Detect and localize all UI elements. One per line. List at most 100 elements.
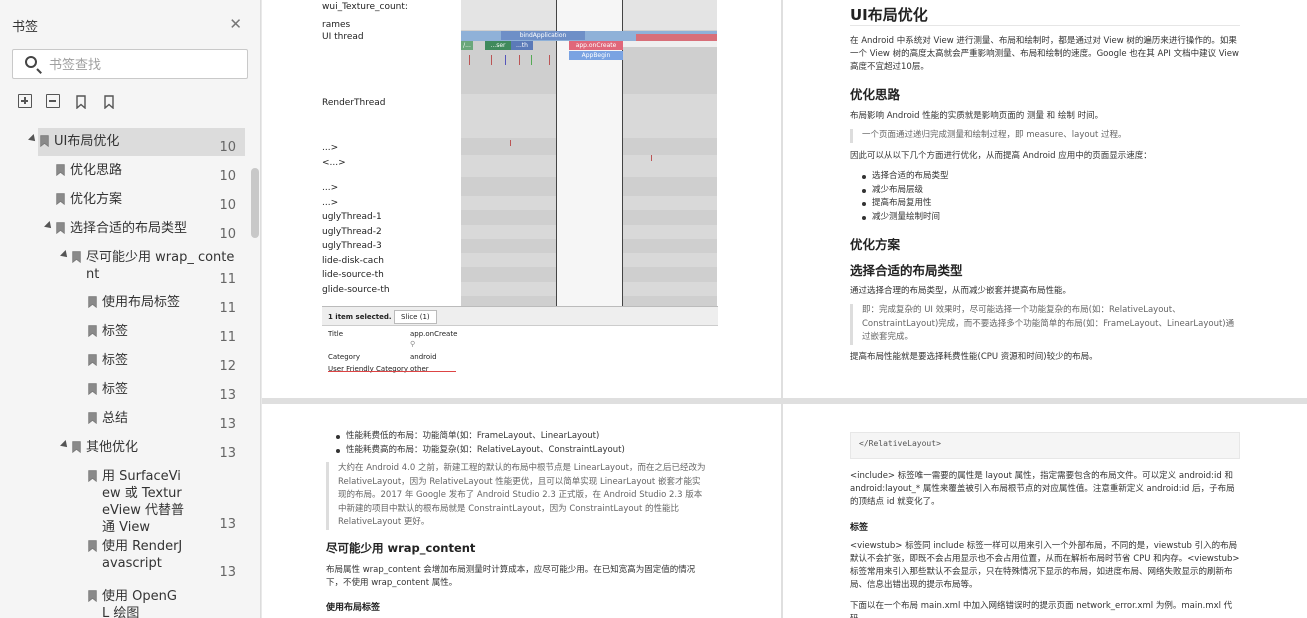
- trace-track-label[interactable]: UI thread: [322, 32, 364, 42]
- bookmark-page-number: 13: [219, 565, 236, 580]
- choose-paragraph: 通过选择合理的布局类型，从而减少嵌套并提高布局性能。: [850, 286, 1072, 296]
- bookmark-item[interactable]: 优化方案 10: [0, 186, 248, 214]
- bookmark-page-number: 11: [219, 330, 236, 345]
- detail-value: app.onCreate: [410, 330, 458, 338]
- bookmark-icon: [72, 251, 81, 264]
- trace-track-label[interactable]: ...>: [322, 198, 338, 208]
- trace-track-label[interactable]: <...>: [322, 158, 346, 168]
- add-bookmark-icon[interactable]: [18, 94, 32, 108]
- bookmark-label: 其他优化: [86, 440, 139, 455]
- bookmark-page-number: 13: [219, 417, 236, 432]
- bookmark-label: 标签: [102, 353, 129, 368]
- trace-track-names: wui_Texture_count:rames UI thread RenderTh…: [322, 0, 460, 306]
- bookmark-page-number: 11: [219, 272, 236, 287]
- bookmark-icon: [88, 470, 97, 483]
- trace-detail-panel: 1 item selected. Slice (1) Title app.onC…: [322, 306, 718, 378]
- bookmark-label: 尽可能少用 wrap_ content: [86, 250, 235, 282]
- trace-track-label[interactable]: uglyThread-2: [322, 227, 382, 237]
- bookmark-item[interactable]: 使用布局标签 11: [0, 289, 248, 317]
- bookmark-icon: [88, 354, 97, 367]
- trace-slice[interactable]: ...ser: [485, 41, 511, 50]
- trace-track-label[interactable]: uglyThread-3: [322, 241, 382, 251]
- heading-layout-tags: 使用布局标签: [326, 603, 381, 613]
- expand-arrow-icon[interactable]: [44, 221, 54, 231]
- expand-arrow-icon[interactable]: [60, 440, 70, 450]
- trace-track-label[interactable]: ...>: [322, 143, 338, 153]
- trace-track-label[interactable]: glide-source-th: [322, 285, 390, 295]
- tab-slice[interactable]: Slice (1): [394, 310, 437, 324]
- bookmark-item[interactable]: 标签 12: [0, 347, 248, 375]
- magnifier-icon[interactable]: ⚲: [410, 340, 415, 348]
- bookmark-page-number: 11: [219, 301, 236, 316]
- bookmark-item[interactable]: 其他优化 13: [0, 434, 248, 462]
- list-item: 性能耗费低的布局：功能简单(如：FrameLayout、LinearLayout…: [336, 430, 716, 444]
- list-item: 减少测量绘制时间: [862, 211, 1232, 225]
- bookmark-icon: [88, 540, 97, 553]
- trace-slice[interactable]: ...th: [511, 41, 533, 50]
- page-trace-screenshot: wui_Texture_count:rames UI thread RenderTh…: [262, 0, 781, 398]
- trace-slice-bind[interactable]: bindApplication: [501, 31, 585, 40]
- bookmark-item[interactable]: 标签 13: [0, 376, 248, 404]
- trace-track-label[interactable]: lide-disk-cach: [322, 256, 384, 266]
- divider: [850, 25, 1240, 26]
- bookmark-page-number: 10: [219, 198, 236, 213]
- trace-track-label[interactable]: uglyThread-1: [322, 212, 382, 222]
- bookmark-item[interactable]: 使用 OpenGL 绘图: [0, 583, 248, 618]
- list-item: 选择合适的布局类型: [862, 170, 1232, 184]
- bookmark-item[interactable]: 总结 13: [0, 405, 248, 433]
- trace-slice-oncreate[interactable]: app.onCreate: [569, 41, 623, 50]
- bookmark-outline-icon[interactable]: [102, 94, 116, 110]
- trace-tick: [510, 140, 511, 146]
- trace-tick: [505, 55, 506, 65]
- ideas-bullets: 选择合适的布局类型 减少布局层级 提高布局复用性 减少测量绘制时间: [862, 170, 1232, 224]
- trace-marker: [556, 0, 557, 306]
- bookmark-label: 标签: [102, 324, 129, 339]
- bookmark-sidebar: 书签 ✕ UI布局优化 10 优化思路 10 优化方案 10 选择合适的布局类型 10 尽可能少…: [0, 0, 261, 618]
- example-paragraph: 下面以在一个布局 main.xml 中加入网络错误时的提示页面 network_…: [850, 601, 1233, 618]
- bookmark-item[interactable]: 标签 11: [0, 318, 248, 346]
- expand-arrow-icon[interactable]: [60, 250, 70, 260]
- bookmark-icon: [56, 222, 65, 235]
- sidebar-scrollbar[interactable]: [251, 168, 259, 238]
- trace-slice-appbegin[interactable]: AppBegin: [569, 51, 623, 60]
- trace-tick: [549, 55, 550, 65]
- remove-bookmark-icon[interactable]: [46, 94, 60, 108]
- trace-track-label[interactable]: RenderThread: [322, 98, 386, 108]
- bookmark-label: 用 SurfaceView 或 TextureView 代替普通 View: [102, 469, 184, 535]
- detail-key: Title: [328, 330, 344, 338]
- bookmark-search-box[interactable]: [12, 49, 248, 79]
- bookmark-item[interactable]: 选择合适的布局类型 10: [0, 215, 248, 243]
- heading-tag: 标签: [850, 523, 869, 533]
- trace-tick: [531, 55, 532, 65]
- bookmark-item[interactable]: 尽可能少用 wrap_ content 11: [0, 244, 248, 288]
- bookmark-item-root[interactable]: UI布局优化 10: [0, 128, 248, 156]
- trace-track-label[interactable]: wui_Texture_count:: [322, 2, 408, 12]
- ideas-paragraph-2: 因此可以从以下几个方面进行优化，从而提高 Android 应用中的页面显示速度：: [850, 151, 1152, 161]
- bookmark-icon: [88, 296, 97, 309]
- bookmark-icon: [88, 325, 97, 338]
- bookmark-page-number: 10: [219, 140, 236, 155]
- bookmark-icon[interactable]: [74, 94, 88, 110]
- bookmark-label: 总结: [102, 411, 129, 426]
- detail-key: Category: [328, 353, 360, 361]
- heading-ideas: 优化思路: [850, 87, 901, 102]
- list-item: 性能耗费高的布局：功能复杂(如：RelativeLayout、Constrain…: [336, 444, 716, 458]
- trace-track-label[interactable]: lide-source-th: [322, 270, 384, 280]
- bookmark-icon: [72, 441, 81, 454]
- heading-choose: 选择合适的布局类型: [850, 263, 963, 278]
- bookmark-item[interactable]: 使用 RenderJavascript 13: [0, 533, 248, 581]
- bookmark-item[interactable]: 用 SurfaceView 或 TextureView 代替普通 View 13: [0, 463, 248, 535]
- bookmark-icon: [40, 135, 49, 148]
- choose-paragraph-2: 提高布局性能就是要选择耗费性能(CPU 资源和时间)较少的布局。: [850, 352, 1098, 362]
- sidebar-title: 书签: [12, 20, 39, 35]
- bookmark-item[interactable]: 优化思路 10: [0, 157, 248, 185]
- expand-arrow-icon[interactable]: [28, 134, 38, 144]
- bookmark-search-input[interactable]: [49, 55, 239, 75]
- include-paragraph: <include> 标签唯一需要的属性是 layout 属性，指定需要包含的布局…: [850, 471, 1235, 507]
- trace-track-label[interactable]: rames: [322, 20, 350, 30]
- bookmark-label: UI布局优化: [54, 134, 120, 149]
- trace-slice[interactable]: /...: [461, 41, 473, 50]
- trace-track-label[interactable]: ...>: [322, 183, 338, 193]
- close-icon[interactable]: ✕: [229, 15, 242, 33]
- detail-underline: [328, 371, 456, 372]
